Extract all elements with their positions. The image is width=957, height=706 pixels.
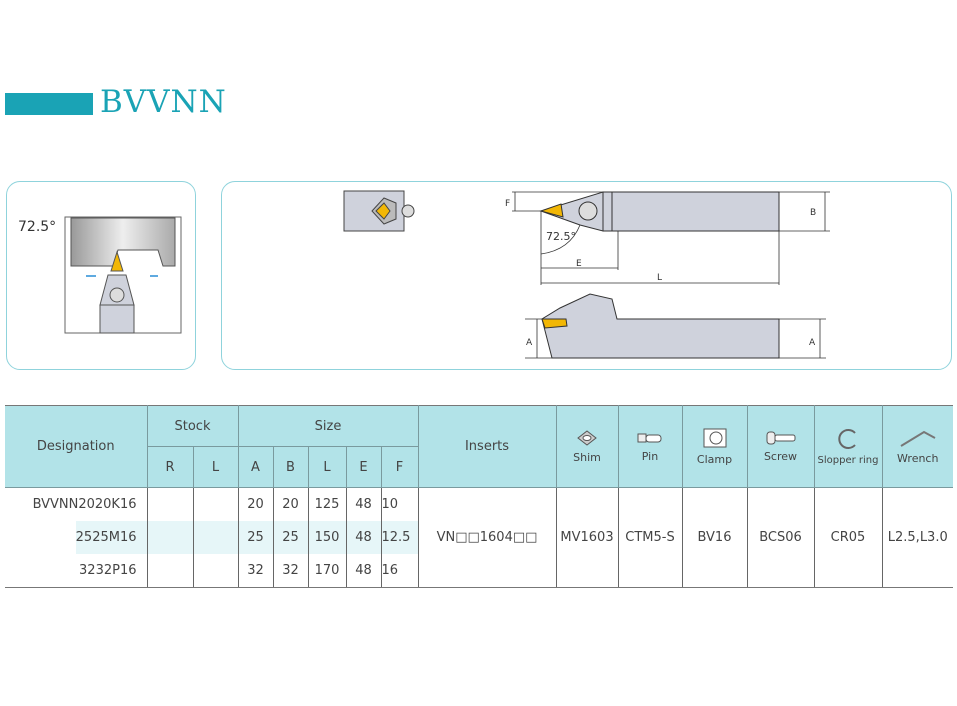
header-wrench: Wrench [881,405,953,488]
ring-icon [838,429,856,449]
tool-drawings: 72.5° F 72.5° E L B A A [18,190,830,359]
header-stock: Stock [146,405,239,447]
clamp-icon [703,428,726,448]
svg-text:E: E [576,259,582,269]
screw-icon [766,431,795,445]
header-inserts: Inserts [417,405,557,488]
shim-icon [577,430,597,446]
pin-icon [637,433,662,443]
side-view [525,293,826,359]
wrench-icon [900,430,936,447]
svg-text:72.5°: 72.5° [546,230,576,243]
angle-label: 72.5° [18,219,56,235]
svg-text:L: L [657,273,662,283]
svg-text:B: B [810,208,816,218]
svg-text:F: F [505,199,510,209]
header-ring: Slopper ring [813,405,883,488]
header-pin: Pin [617,405,683,488]
svg-text:A: A [526,338,533,348]
header-screw: Screw [746,405,815,488]
header-shim: Shim [555,405,619,488]
table-row: BVVNN2020K16 20 20 125 48 10 VN□□1604□□ MV1603… [5,487,953,588]
specification-table: Designation Stock Size Inserts Shim Pin … [5,405,953,588]
header-size: Size [237,405,419,447]
application-illustration [64,216,182,334]
header-clamp: Clamp [681,405,748,488]
header-designation: Designation [5,405,148,488]
top-view-small [343,190,415,232]
svg-text:A: A [809,338,816,348]
